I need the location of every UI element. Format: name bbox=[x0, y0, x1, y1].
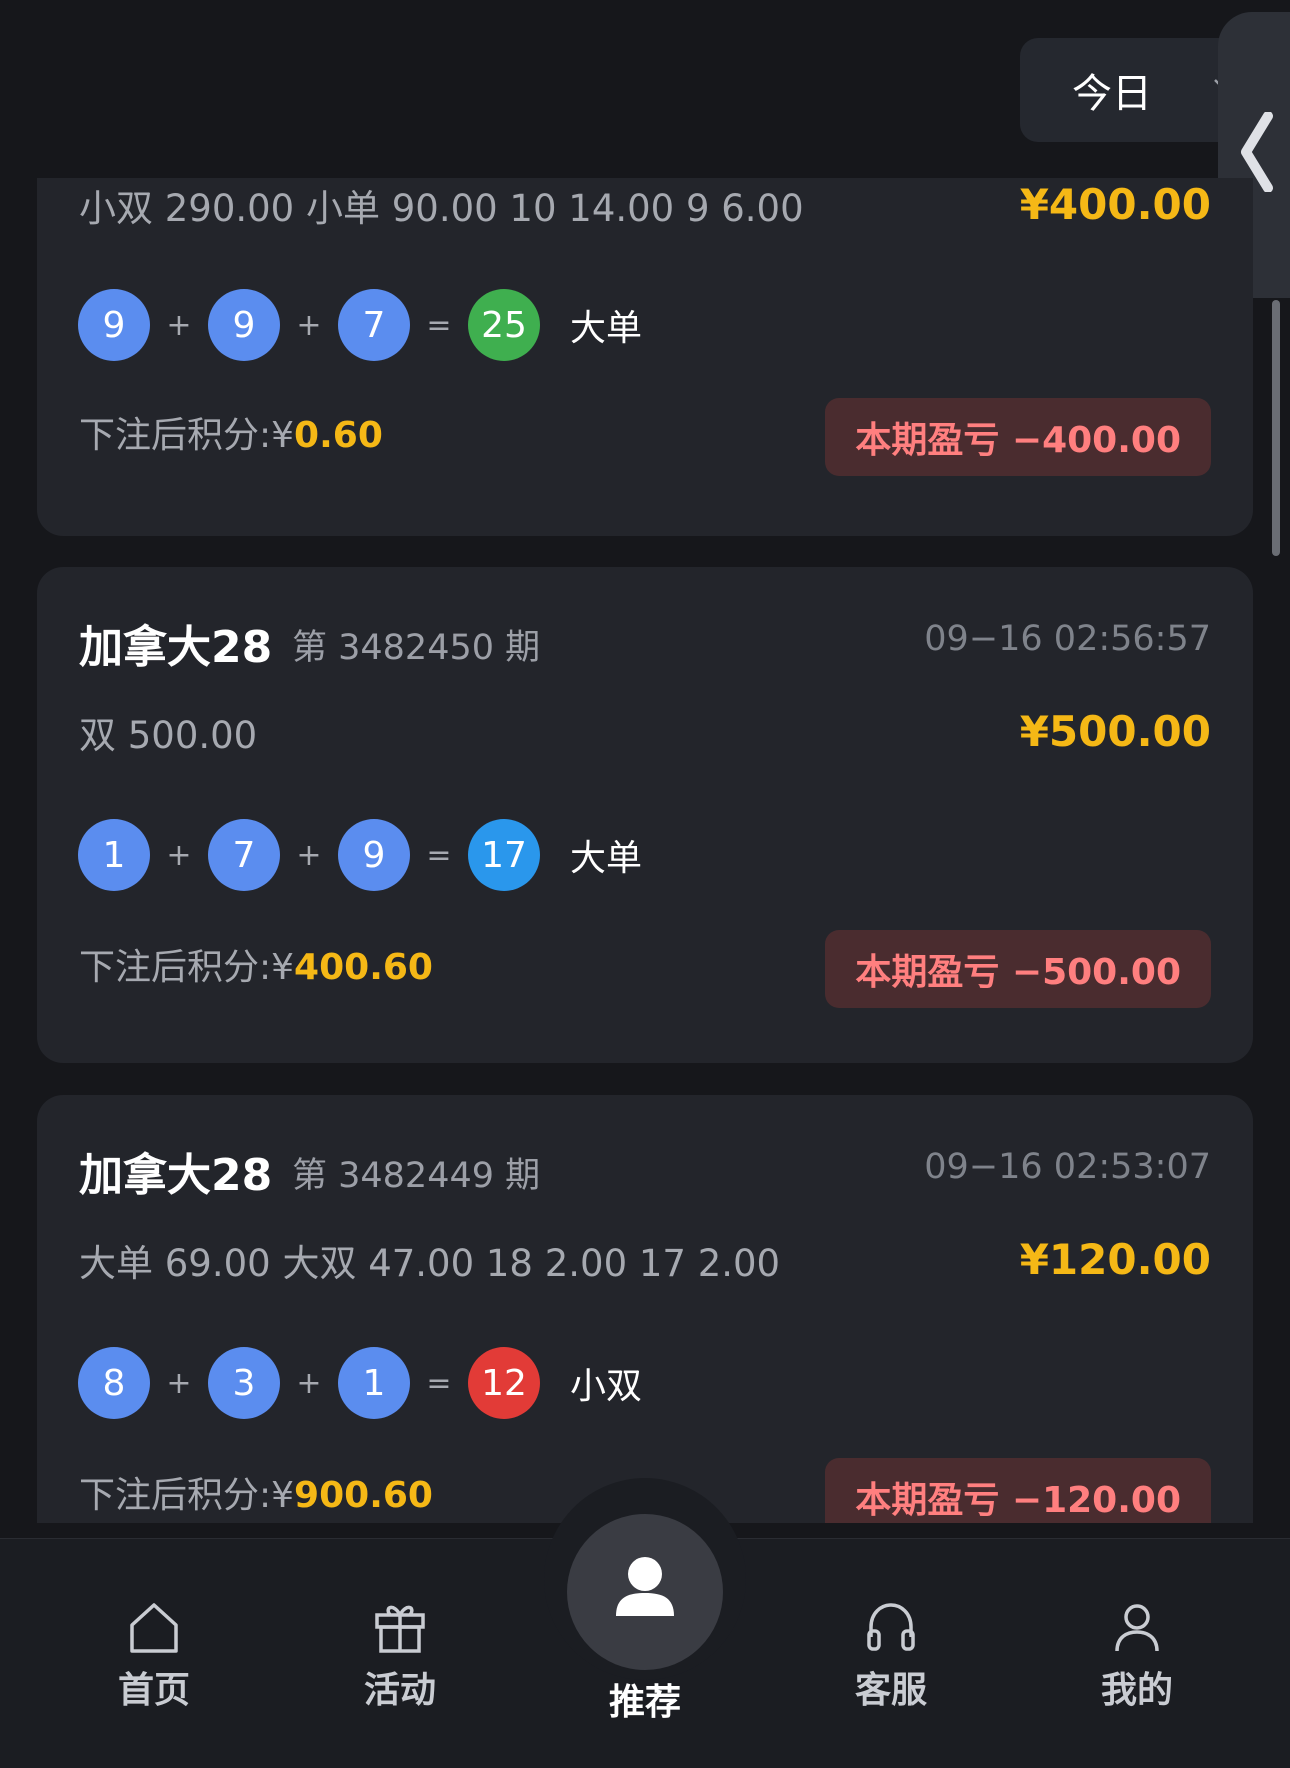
points-after-bet: 下注后积分:¥400.60 bbox=[79, 938, 433, 990]
bet-details: 小双 290.00 小单 90.00 10 14.00 9 6.00 bbox=[79, 187, 804, 230]
plus-sign: + bbox=[166, 837, 192, 873]
profit-loss-badge: 本期盈亏 −120.00 bbox=[825, 1458, 1211, 1523]
number-ball: 9 bbox=[208, 289, 280, 361]
bet-details: 大单 69.00 大双 47.00 18 2.00 17 2.00 bbox=[79, 1242, 781, 1285]
number-ball: 9 bbox=[78, 289, 150, 361]
number-ball: 1 bbox=[338, 1347, 410, 1419]
issue-number: 第 3482450 期 bbox=[292, 628, 541, 668]
draw-result: 8 + 3 + 1 = 12 小双 bbox=[78, 1346, 642, 1420]
game-title: 加拿大28 bbox=[79, 1150, 273, 1201]
points-label: 下注后积分:¥ bbox=[79, 415, 295, 456]
result-tag: 大单 bbox=[570, 838, 643, 879]
result-tag: 小双 bbox=[570, 1366, 643, 1407]
plus-sign: + bbox=[296, 837, 322, 873]
equals-sign: = bbox=[426, 307, 452, 343]
tab-activity-label: 活动 bbox=[363, 1670, 436, 1711]
tab-support[interactable]: 客服 bbox=[811, 1599, 971, 1739]
draw-result: 1 + 7 + 9 = 17 大单 bbox=[78, 818, 642, 892]
number-ball: 7 bbox=[338, 289, 410, 361]
bet-details: 双 500.00 bbox=[79, 714, 258, 757]
tab-profile[interactable]: 我的 bbox=[1057, 1599, 1217, 1739]
points-value: 900.60 bbox=[294, 1475, 433, 1516]
tab-home[interactable]: 首页 bbox=[74, 1599, 234, 1739]
points-after-bet: 下注后积分:¥0.60 bbox=[79, 406, 383, 458]
tab-activity[interactable]: 活动 bbox=[320, 1599, 480, 1739]
bet-time: 09−16 02:53:07 bbox=[924, 1147, 1211, 1187]
number-ball: 7 bbox=[208, 819, 280, 891]
number-ball: 1 bbox=[78, 819, 150, 891]
bet-amount: ¥500.00 bbox=[1019, 707, 1211, 756]
bet-amount: ¥400.00 bbox=[1019, 180, 1211, 229]
record-list: 小双 290.00 小单 90.00 10 14.00 9 6.00 ¥400.… bbox=[0, 178, 1290, 1523]
sum-ball: 17 bbox=[468, 819, 540, 891]
plus-sign: + bbox=[296, 307, 322, 343]
date-filter-label: 今日 bbox=[1072, 71, 1152, 117]
plus-sign: + bbox=[166, 307, 192, 343]
number-ball: 3 bbox=[208, 1347, 280, 1419]
home-icon bbox=[130, 1603, 178, 1653]
plus-sign: + bbox=[166, 1365, 192, 1401]
number-ball: 8 bbox=[78, 1347, 150, 1419]
points-value: 400.60 bbox=[294, 947, 433, 988]
tab-profile-label: 我的 bbox=[1100, 1670, 1173, 1711]
number-ball: 9 bbox=[338, 819, 410, 891]
equals-sign: = bbox=[426, 837, 452, 873]
points-label: 下注后积分:¥ bbox=[79, 1475, 295, 1516]
draw-result: 9 + 9 + 7 = 25 大单 bbox=[78, 288, 642, 362]
result-tag: 大单 bbox=[570, 308, 643, 349]
equals-sign: = bbox=[426, 1365, 452, 1401]
plus-sign: + bbox=[296, 1365, 322, 1401]
record-card[interactable]: 加拿大28 第 3482450 期 09−16 02:56:57 双 500.0… bbox=[37, 567, 1253, 1063]
points-after-bet: 下注后积分:¥900.60 bbox=[79, 1466, 433, 1518]
bet-time: 09−16 02:56:57 bbox=[924, 619, 1211, 659]
tab-recommend[interactable] bbox=[567, 1514, 723, 1670]
game-title: 加拿大28 bbox=[79, 622, 273, 673]
tab-home-label: 首页 bbox=[117, 1670, 190, 1711]
profit-loss-badge: 本期盈亏 −500.00 bbox=[825, 930, 1211, 1008]
gift-icon bbox=[375, 1605, 425, 1653]
points-label: 下注后积分:¥ bbox=[79, 947, 295, 988]
points-value: 0.60 bbox=[294, 415, 383, 456]
record-card[interactable]: 加拿大28 第 3482449 期 09−16 02:53:07 大单 69.0… bbox=[37, 1095, 1253, 1523]
tab-recommend-label: 推荐 bbox=[608, 1682, 681, 1723]
headset-icon bbox=[867, 1603, 915, 1651]
issue-number: 第 3482449 期 bbox=[292, 1156, 541, 1196]
profile-icon bbox=[1115, 1604, 1159, 1652]
profit-loss-badge: 本期盈亏 −400.00 bbox=[825, 398, 1211, 476]
user-avatar-icon bbox=[616, 1557, 674, 1616]
record-card[interactable]: 小双 290.00 小单 90.00 10 14.00 9 6.00 ¥400.… bbox=[37, 178, 1253, 536]
sum-ball: 12 bbox=[468, 1347, 540, 1419]
bet-amount: ¥120.00 bbox=[1019, 1235, 1211, 1284]
sum-ball: 25 bbox=[468, 289, 540, 361]
tab-support-label: 客服 bbox=[854, 1670, 927, 1711]
